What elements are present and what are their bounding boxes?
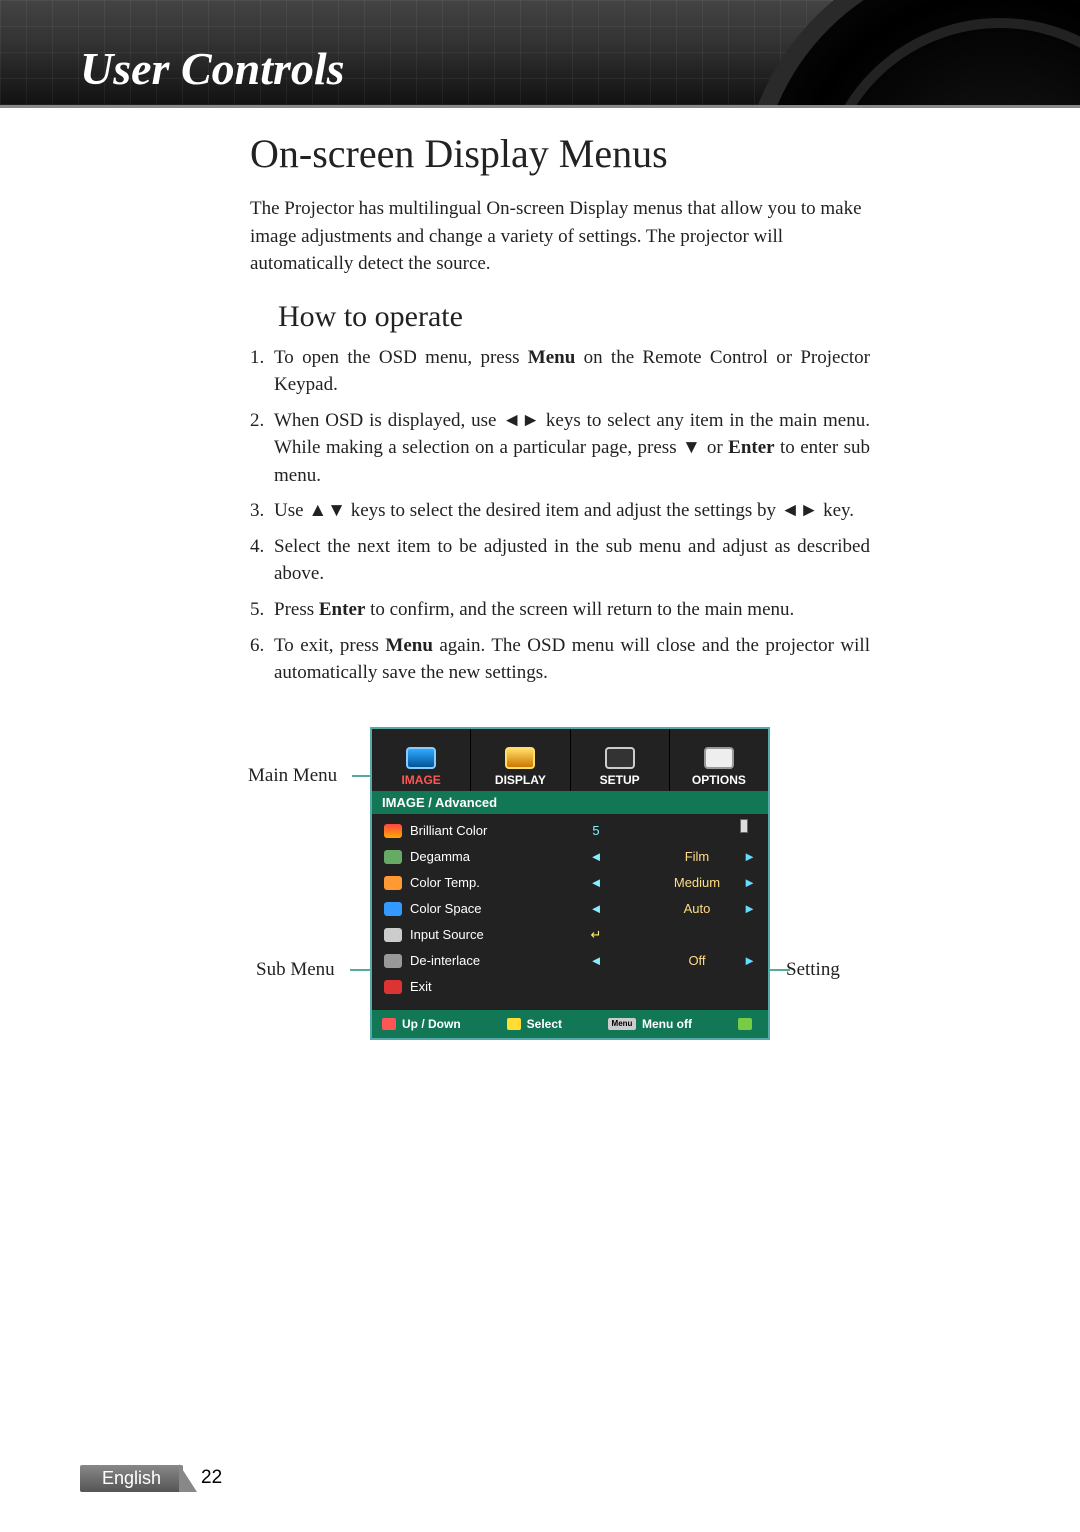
- osd-diagram: Main Menu Sub Menu Setting IMAGE DISPLAY…: [250, 727, 870, 1127]
- osd-row: Input Source↵: [372, 922, 768, 948]
- page-content: On-screen Display Menus The Projector ha…: [250, 130, 870, 1127]
- step-1: To open the OSD menu, press Menu on the …: [250, 344, 870, 399]
- osd-footer: Up / Down Select MenuMenu off: [372, 1010, 768, 1038]
- osd-row: De-interlace◄Off►: [372, 948, 768, 974]
- osd-row: Color Temp.◄Medium►: [372, 870, 768, 896]
- enter-icon: ↵: [540, 927, 652, 943]
- subheading-how-to: How to operate: [278, 300, 870, 334]
- lead-line: [768, 969, 790, 971]
- row-icon: [384, 902, 402, 916]
- page-footer: English 22: [80, 1464, 225, 1492]
- osd-row: Color Space◄Auto►: [372, 896, 768, 922]
- osd-breadcrumb: IMAGE / Advanced: [372, 791, 768, 814]
- step-5: Press Enter to confirm, and the screen w…: [250, 596, 870, 624]
- osd-row: Brilliant Color5: [372, 818, 768, 844]
- row-icon: [384, 928, 402, 942]
- osd-tabs: IMAGE DISPLAY SETUP OPTIONS: [372, 729, 768, 791]
- setup-icon: [605, 747, 635, 769]
- language-label: English: [80, 1465, 183, 1492]
- osd-tab-options: OPTIONS: [670, 729, 768, 791]
- page-number-wrap: 22: [179, 1464, 225, 1492]
- callout-main-menu: Main Menu: [248, 765, 337, 787]
- steps-list: To open the OSD menu, press Menu on the …: [250, 344, 870, 687]
- indicator-icon: [738, 1018, 752, 1030]
- osd-rows: Brilliant Color5 Degamma◄Film► Color Tem…: [372, 814, 768, 1010]
- row-icon: [384, 850, 402, 864]
- intro-paragraph: The Projector has multilingual On-screen…: [250, 195, 870, 278]
- callout-sub-menu: Sub Menu: [256, 959, 335, 981]
- chevron-right-icon: ►: [742, 953, 756, 968]
- display-icon: [505, 747, 535, 769]
- chevron-right-icon: ►: [742, 875, 756, 890]
- callout-setting: Setting: [786, 959, 840, 981]
- step-4: Select the next item to be adjusted in t…: [250, 533, 870, 588]
- options-icon: [704, 747, 734, 769]
- row-icon: [384, 824, 402, 838]
- osd-row: Degamma◄Film►: [372, 844, 768, 870]
- page-number: 22: [201, 1467, 222, 1489]
- image-icon: [406, 747, 436, 769]
- header-bar: User Controls: [0, 0, 1080, 108]
- menu-button-icon: Menu: [608, 1018, 636, 1030]
- step-2: When OSD is displayed, use ◄► keys to se…: [250, 407, 870, 490]
- exit-icon: [384, 980, 402, 994]
- osd-tab-display: DISPLAY: [471, 729, 570, 791]
- select-icon: [507, 1018, 521, 1030]
- osd-tab-setup: SETUP: [571, 729, 670, 791]
- updown-icon: [382, 1018, 396, 1030]
- osd-screenshot: IMAGE DISPLAY SETUP OPTIONS IMAGE / Adva…: [370, 727, 770, 1040]
- osd-tab-image: IMAGE: [372, 729, 471, 791]
- chevron-right-icon: ►: [742, 901, 756, 916]
- page-heading: On-screen Display Menus: [250, 130, 870, 177]
- row-icon: [384, 876, 402, 890]
- row-icon: [384, 954, 402, 968]
- step-3: Use ▲▼ keys to select the desired item a…: [250, 497, 870, 525]
- section-title: User Controls: [80, 42, 345, 95]
- step-6: To exit, press Menu again. The OSD menu …: [250, 632, 870, 687]
- chevron-right-icon: ►: [742, 849, 756, 864]
- osd-row-exit: Exit: [372, 974, 768, 1000]
